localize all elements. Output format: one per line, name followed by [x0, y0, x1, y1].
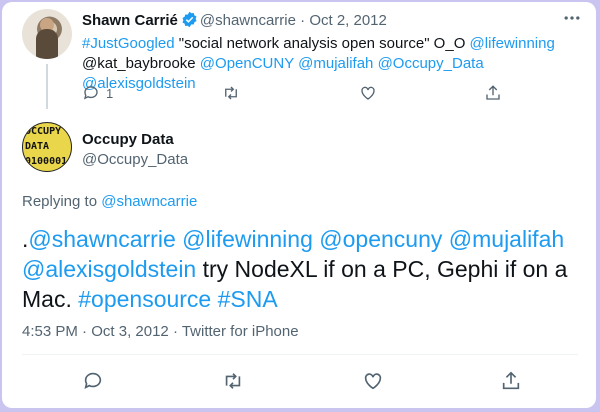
divider [22, 354, 578, 355]
hashtag-link[interactable]: #SNA [218, 286, 278, 312]
tweet-meta: 4:53 PM · Oct 3, 2012 · Twitter for iPho… [22, 323, 299, 340]
reply-icon [82, 84, 100, 102]
mention-link[interactable]: @alexisgoldstein [22, 256, 196, 282]
tweet-date[interactable]: Oct 2, 2012 [309, 12, 387, 29]
thread-line [46, 64, 48, 109]
reply-button[interactable] [82, 370, 104, 392]
like-icon [359, 84, 377, 102]
retweet-button[interactable] [222, 84, 240, 102]
mention-link[interactable]: @mujalifah [298, 55, 373, 72]
replying-to-label: Replying to [22, 193, 102, 210]
author-handle[interactable]: @Occupy_Data [82, 150, 188, 170]
reply-icon [82, 370, 104, 392]
main-tweet-text: .@shawncarrie @lifewinning @opencuny @mu… [22, 224, 582, 314]
replying-to: Replying to @shawncarrie [22, 192, 197, 212]
hashtag-link[interactable]: #opensource [78, 286, 211, 312]
avatar-shawn[interactable] [22, 9, 72, 59]
author-name[interactable]: Shawn Carrié [82, 12, 178, 29]
reply-count: 1 [106, 85, 114, 101]
mention-link[interactable]: @mujalifah [449, 226, 564, 252]
like-button[interactable] [359, 84, 377, 102]
avatar-text: 0100001 [25, 156, 68, 167]
tweet-text-fragment: "social network analysis open source" O_… [174, 35, 470, 52]
tweet-date[interactable]: Oct 3, 2012 [91, 323, 169, 340]
mention-link[interactable]: @Occupy_Data [378, 55, 484, 72]
author-name[interactable]: Occupy Data [82, 130, 174, 150]
more-icon[interactable] [562, 8, 582, 28]
separator: · [295, 12, 310, 29]
mention-link[interactable]: @opencuny [319, 226, 442, 252]
retweet-button[interactable] [222, 370, 244, 392]
like-button[interactable] [362, 370, 384, 392]
mention-link[interactable]: @OpenCUNY [200, 55, 294, 72]
tweet-frame: Shawn Carrié @shawncarrie · Oct 2, 2012 #… [2, 2, 596, 408]
retweet-icon [222, 84, 240, 102]
parent-action-bar: 1 [82, 84, 522, 104]
parent-tweet-header: Shawn Carrié @shawncarrie · Oct 2, 2012 [82, 11, 387, 31]
mention-link[interactable]: @shawncarrie [101, 193, 197, 210]
tweet-time[interactable]: 4:53 PM [22, 323, 78, 340]
share-button[interactable] [500, 370, 522, 392]
mention-link[interactable]: @lifewinning [182, 226, 313, 252]
mention-link[interactable]: @shawncarrie [28, 226, 175, 252]
reply-button[interactable]: 1 [82, 84, 113, 102]
hashtag-link[interactable]: #JustGoogled [82, 35, 175, 52]
author-handle[interactable]: @shawncarrie [200, 12, 296, 29]
share-icon [500, 370, 522, 392]
like-icon [362, 370, 384, 392]
avatar-text: DATA [25, 141, 50, 152]
tweet-source: Twitter for iPhone [181, 323, 299, 340]
verified-icon [181, 11, 198, 28]
share-button[interactable] [484, 84, 502, 102]
avatar-text: OCCUPY [25, 126, 62, 137]
tweet-text-fragment: @kat_baybrooke [82, 55, 200, 72]
avatar-occupy-data[interactable]: OCCUPY DATA 0100001 [22, 122, 72, 172]
share-icon [484, 84, 502, 102]
retweet-icon [222, 370, 244, 392]
main-action-bar [82, 370, 522, 394]
mention-link[interactable]: @lifewinning [470, 35, 555, 52]
